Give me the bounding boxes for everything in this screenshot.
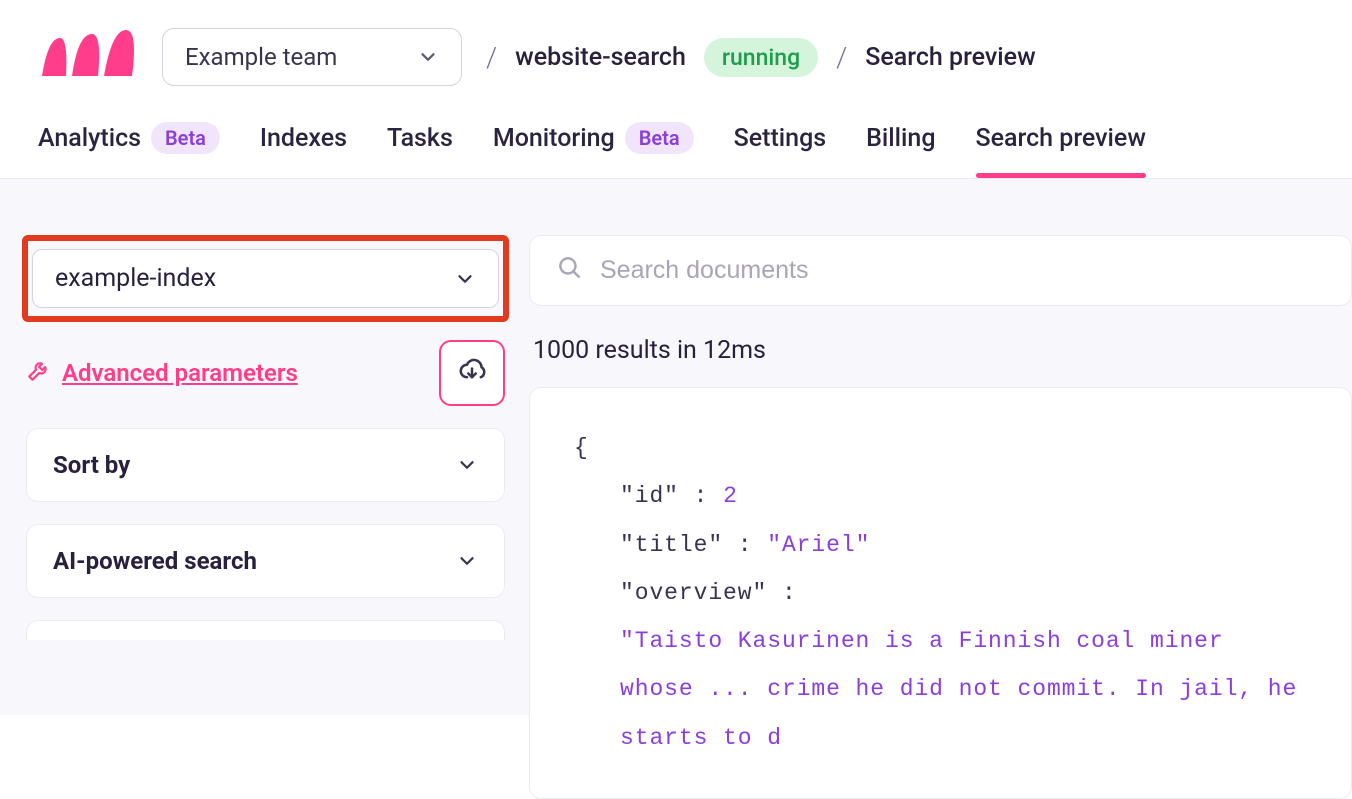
breadcrumb-page: Search preview bbox=[865, 43, 1035, 72]
advanced-parameters-label: Advanced parameters bbox=[62, 359, 298, 387]
beta-badge: Beta bbox=[625, 122, 694, 154]
team-selector[interactable]: Example team bbox=[162, 28, 462, 86]
search-input[interactable] bbox=[600, 256, 1325, 285]
json-brace-open: { bbox=[574, 424, 1307, 472]
index-label: example-index bbox=[55, 264, 216, 293]
result-document: { "id" : 2 "title" : "Ariel" "overview" … bbox=[529, 387, 1352, 799]
tab-label: Search preview bbox=[976, 124, 1146, 153]
panel-label: AI-powered search bbox=[53, 547, 257, 575]
json-line-overview-key: "overview" : bbox=[574, 569, 1307, 617]
wrench-icon bbox=[26, 357, 52, 389]
breadcrumb-project[interactable]: website-search bbox=[515, 43, 686, 72]
download-button[interactable] bbox=[439, 340, 505, 406]
tab-settings[interactable]: Settings bbox=[734, 124, 827, 177]
main-content: example-index Advanced parameters bbox=[0, 179, 1352, 715]
tab-label: Indexes bbox=[260, 124, 347, 153]
json-value: 2 bbox=[723, 483, 738, 509]
team-label: Example team bbox=[185, 43, 337, 71]
beta-badge: Beta bbox=[151, 122, 220, 154]
sidebar: example-index Advanced parameters bbox=[22, 235, 509, 715]
chevron-down-icon bbox=[456, 550, 478, 572]
json-value: "Ariel" bbox=[767, 532, 870, 558]
chevron-down-icon bbox=[456, 454, 478, 476]
content-area: 1000 results in 12ms { "id" : 2 "title" … bbox=[529, 235, 1352, 715]
advanced-parameters-link[interactable]: Advanced parameters bbox=[26, 357, 298, 389]
ai-search-panel[interactable]: AI-powered search bbox=[26, 524, 505, 598]
search-icon bbox=[556, 254, 582, 287]
json-value: "Taisto Kasurinen is a Finnish coal mine… bbox=[620, 628, 1297, 751]
index-selector[interactable]: example-index bbox=[32, 249, 499, 308]
tab-tasks[interactable]: Tasks bbox=[387, 124, 453, 177]
tab-label: Monitoring bbox=[493, 124, 615, 153]
cloud-download-icon bbox=[457, 356, 487, 390]
tab-search-preview[interactable]: Search preview bbox=[976, 124, 1146, 177]
json-key: "id" bbox=[620, 483, 679, 509]
breadcrumb-separator: / bbox=[836, 41, 847, 74]
logo bbox=[38, 26, 138, 88]
panel-truncated bbox=[26, 620, 505, 640]
panel-label: Sort by bbox=[53, 451, 130, 479]
status-badge: running bbox=[704, 38, 818, 77]
tab-label: Settings bbox=[734, 124, 827, 153]
json-line-title: "title" : "Ariel" bbox=[574, 521, 1307, 569]
chevron-down-icon bbox=[417, 46, 439, 68]
tab-label: Analytics bbox=[38, 124, 141, 153]
sort-by-panel[interactable]: Sort by bbox=[26, 428, 505, 502]
json-key: "title" bbox=[620, 532, 723, 558]
advanced-row: Advanced parameters bbox=[26, 340, 505, 406]
results-summary: 1000 results in 12ms bbox=[533, 336, 1352, 365]
tab-monitoring[interactable]: Monitoring Beta bbox=[493, 122, 694, 178]
tab-indexes[interactable]: Indexes bbox=[260, 124, 347, 177]
breadcrumb: / website-search running / Search previe… bbox=[486, 38, 1036, 77]
json-line-id: "id" : 2 bbox=[574, 472, 1307, 520]
tab-label: Billing bbox=[866, 124, 935, 153]
json-line-overview-val: "Taisto Kasurinen is a Finnish coal mine… bbox=[574, 617, 1307, 762]
tab-billing[interactable]: Billing bbox=[866, 124, 935, 177]
tab-bar: Analytics Beta Indexes Tasks Monitoring … bbox=[0, 88, 1352, 179]
app-header: Example team / website-search running / … bbox=[0, 0, 1352, 88]
json-key: "overview" bbox=[620, 580, 767, 606]
tab-analytics[interactable]: Analytics Beta bbox=[38, 122, 220, 178]
highlight-box: example-index bbox=[22, 235, 509, 322]
tab-label: Tasks bbox=[387, 124, 453, 153]
search-box[interactable] bbox=[529, 235, 1352, 306]
breadcrumb-separator: / bbox=[486, 41, 497, 74]
chevron-down-icon bbox=[454, 268, 476, 290]
